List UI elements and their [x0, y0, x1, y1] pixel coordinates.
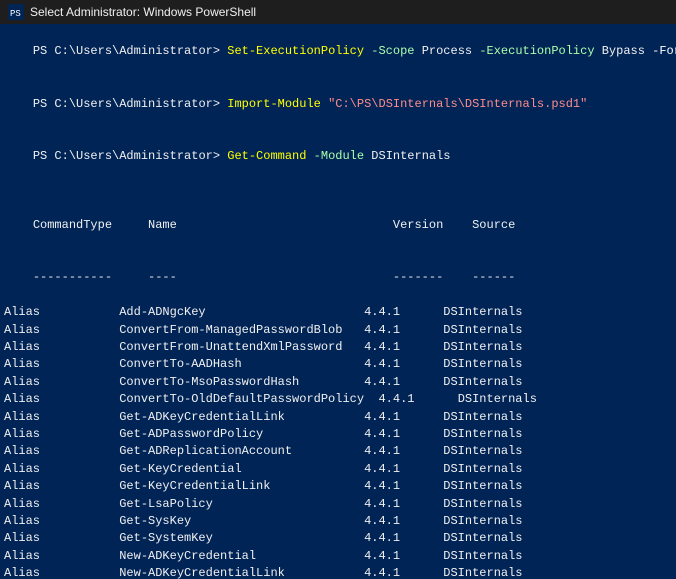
table-row: Alias Get-ADReplicationAccount 4.4.1 DSI…: [4, 443, 672, 460]
sep-source: ------: [472, 270, 515, 284]
table-row: Alias Get-LsaPolicy 4.4.1 DSInternals: [4, 496, 672, 513]
command-line-1: PS C:\Users\Administrator> Set-Execution…: [4, 26, 672, 78]
table-row: Alias Get-ADKeyCredentialLink 4.4.1 DSIn…: [4, 409, 672, 426]
sep-type: -----------: [33, 270, 148, 284]
table-row: Alias Get-KeyCredential 4.4.1 DSInternal…: [4, 461, 672, 478]
title-bar: PS Select Administrator: Windows PowerSh…: [0, 0, 676, 24]
header-type: CommandType: [33, 218, 148, 232]
table-row: Alias Add-ADNgcKey 4.4.1 DSInternals: [4, 304, 672, 321]
header-version: Version: [393, 218, 472, 232]
window-icon: PS: [8, 4, 24, 20]
terminal[interactable]: PS C:\Users\Administrator> Set-Execution…: [0, 24, 676, 579]
header-source: Source: [472, 218, 515, 232]
prompt-3: PS C:\Users\Administrator>: [33, 149, 227, 163]
command-line-3: PS C:\Users\Administrator> Get-Command -…: [4, 130, 672, 182]
table-row: Alias ConvertTo-OldDefaultPasswordPolicy…: [4, 391, 672, 408]
command-line-2: PS C:\Users\Administrator> Import-Module…: [4, 78, 672, 130]
cmd-set-exec: Set-ExecutionPolicy: [227, 44, 364, 58]
string-path: "C:\PS\DSInternals\DSInternals.psd1": [328, 97, 587, 111]
sep-name: ----: [148, 270, 393, 284]
table-row: Alias New-ADKeyCredentialLink 4.4.1 DSIn…: [4, 565, 672, 579]
table-row: Alias Get-ADPasswordPolicy 4.4.1 DSInter…: [4, 426, 672, 443]
flag-force: -Force: [652, 44, 676, 58]
cmd-import: Import-Module: [227, 97, 321, 111]
svg-text:PS: PS: [10, 9, 21, 19]
param-module: -Module: [314, 149, 364, 163]
table-row: Alias Get-SysKey 4.4.1 DSInternals: [4, 513, 672, 530]
cmd-get: Get-Command: [227, 149, 306, 163]
table-row: Alias ConvertFrom-ManagedPasswordBlob 4.…: [4, 322, 672, 339]
table-separator: ----------- ---- ------- ------: [4, 252, 672, 304]
table-row: Alias Get-SystemKey 4.4.1 DSInternals: [4, 530, 672, 547]
table-row: Alias ConvertTo-AADHash 4.4.1 DSInternal…: [4, 356, 672, 373]
param-execpol: -ExecutionPolicy: [479, 44, 594, 58]
blank-line: [4, 183, 672, 200]
title-bar-text: Select Administrator: Windows PowerShell: [30, 5, 256, 19]
table-row: Alias ConvertFrom-UnattendXmlPassword 4.…: [4, 339, 672, 356]
table-row: Alias Get-KeyCredentialLink 4.4.1 DSInte…: [4, 478, 672, 495]
header-name: Name: [148, 218, 393, 232]
table-row: Alias New-ADKeyCredential 4.4.1 DSIntern…: [4, 548, 672, 565]
table-row: Alias ConvertTo-MsoPasswordHash 4.4.1 DS…: [4, 374, 672, 391]
table-header: CommandType Name Version Source: [4, 200, 672, 252]
prompt-1: PS C:\Users\Administrator>: [33, 44, 227, 58]
module-val: DSInternals: [364, 149, 450, 163]
param-scope: -Scope: [371, 44, 414, 58]
sep-version: -------: [393, 270, 472, 284]
prompt-2: PS C:\Users\Administrator>: [33, 97, 227, 111]
